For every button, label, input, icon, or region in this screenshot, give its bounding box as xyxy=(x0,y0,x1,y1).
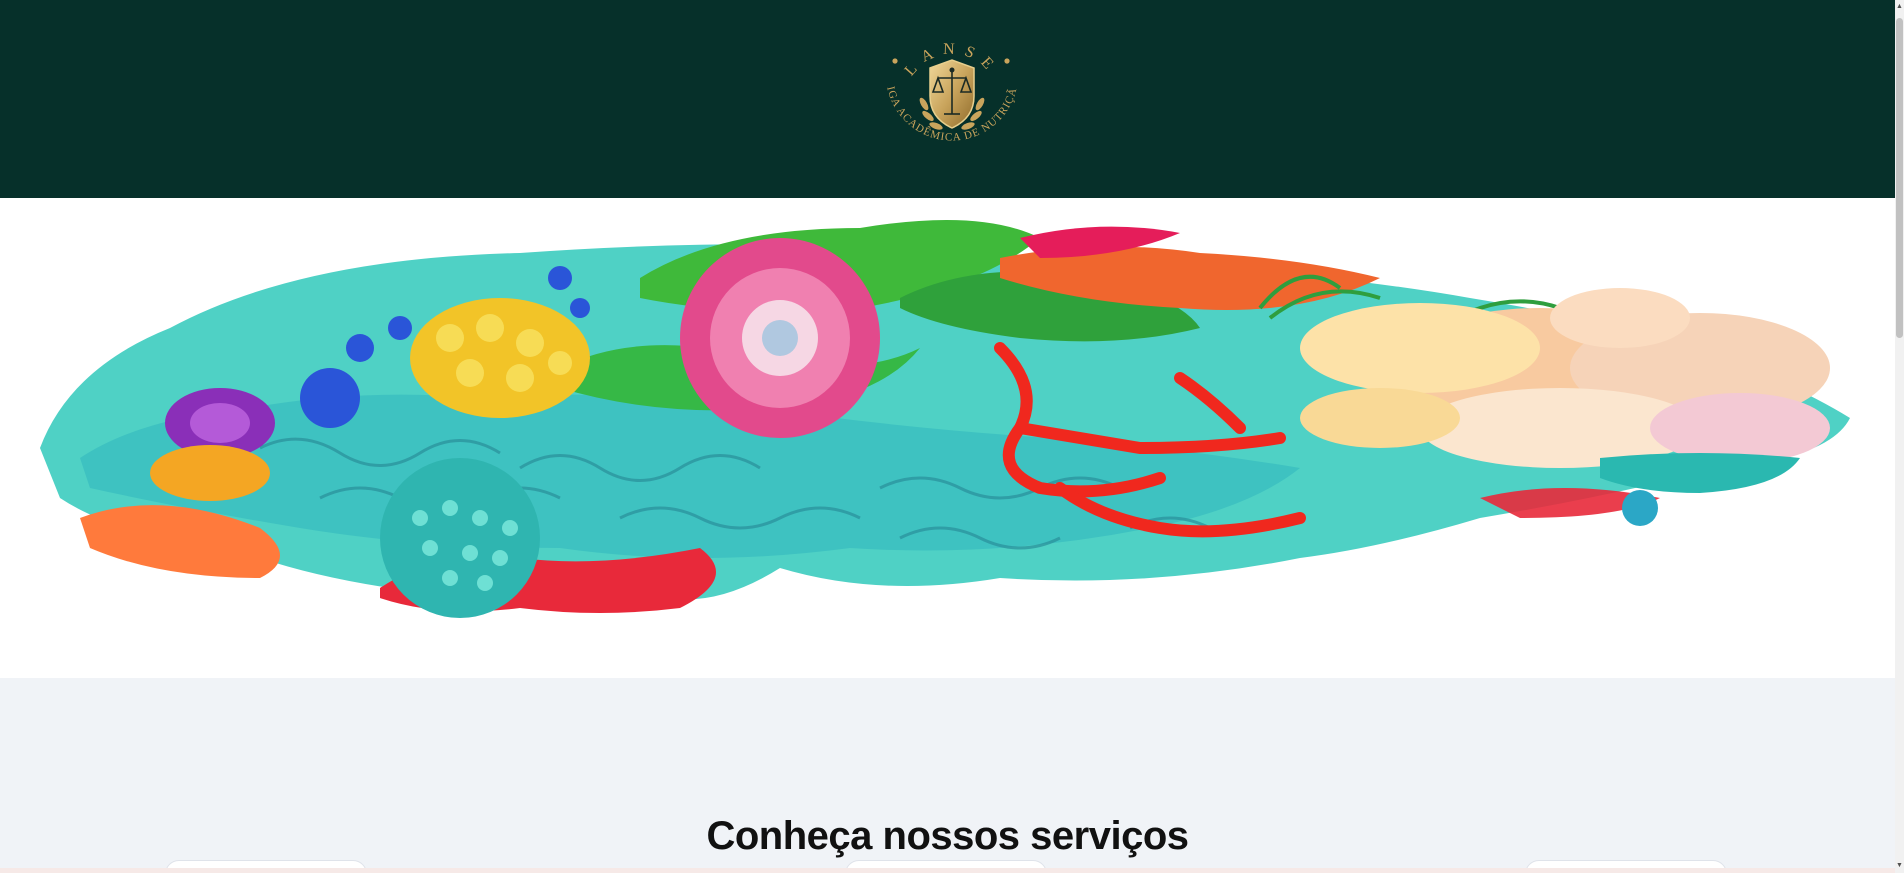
page-content: LANSE LIGA ACADÊMICA DE NUTRIÇÃO xyxy=(0,0,1895,873)
site-header: LANSE LIGA ACADÊMICA DE NUTRIÇÃO xyxy=(0,0,1895,198)
page-scrollbar[interactable]: ▲ ▼ xyxy=(1895,0,1904,873)
brain-flowers-illustration xyxy=(40,220,1850,618)
logo-dot-left xyxy=(892,58,898,64)
hero-banner xyxy=(0,198,1895,678)
bottom-edge-strip xyxy=(0,868,1904,873)
lanse-logo[interactable]: LANSE LIGA ACADÊMICA DE NUTRIÇÃO xyxy=(866,5,1034,182)
lanse-logo-emblem: LANSE LIGA ACADÊMICA DE NUTRIÇÃO xyxy=(866,5,1019,144)
scroll-down-arrow-icon[interactable]: ▼ xyxy=(1895,859,1904,873)
scroll-up-arrow-icon[interactable]: ▲ xyxy=(1895,0,1904,14)
scrollbar-thumb[interactable] xyxy=(1896,18,1903,338)
page: LANSE LIGA ACADÊMICA DE NUTRIÇÃO xyxy=(0,0,1904,873)
logo-dot-right xyxy=(1004,58,1010,64)
services-title: Conheça nossos serviços xyxy=(706,814,1189,859)
